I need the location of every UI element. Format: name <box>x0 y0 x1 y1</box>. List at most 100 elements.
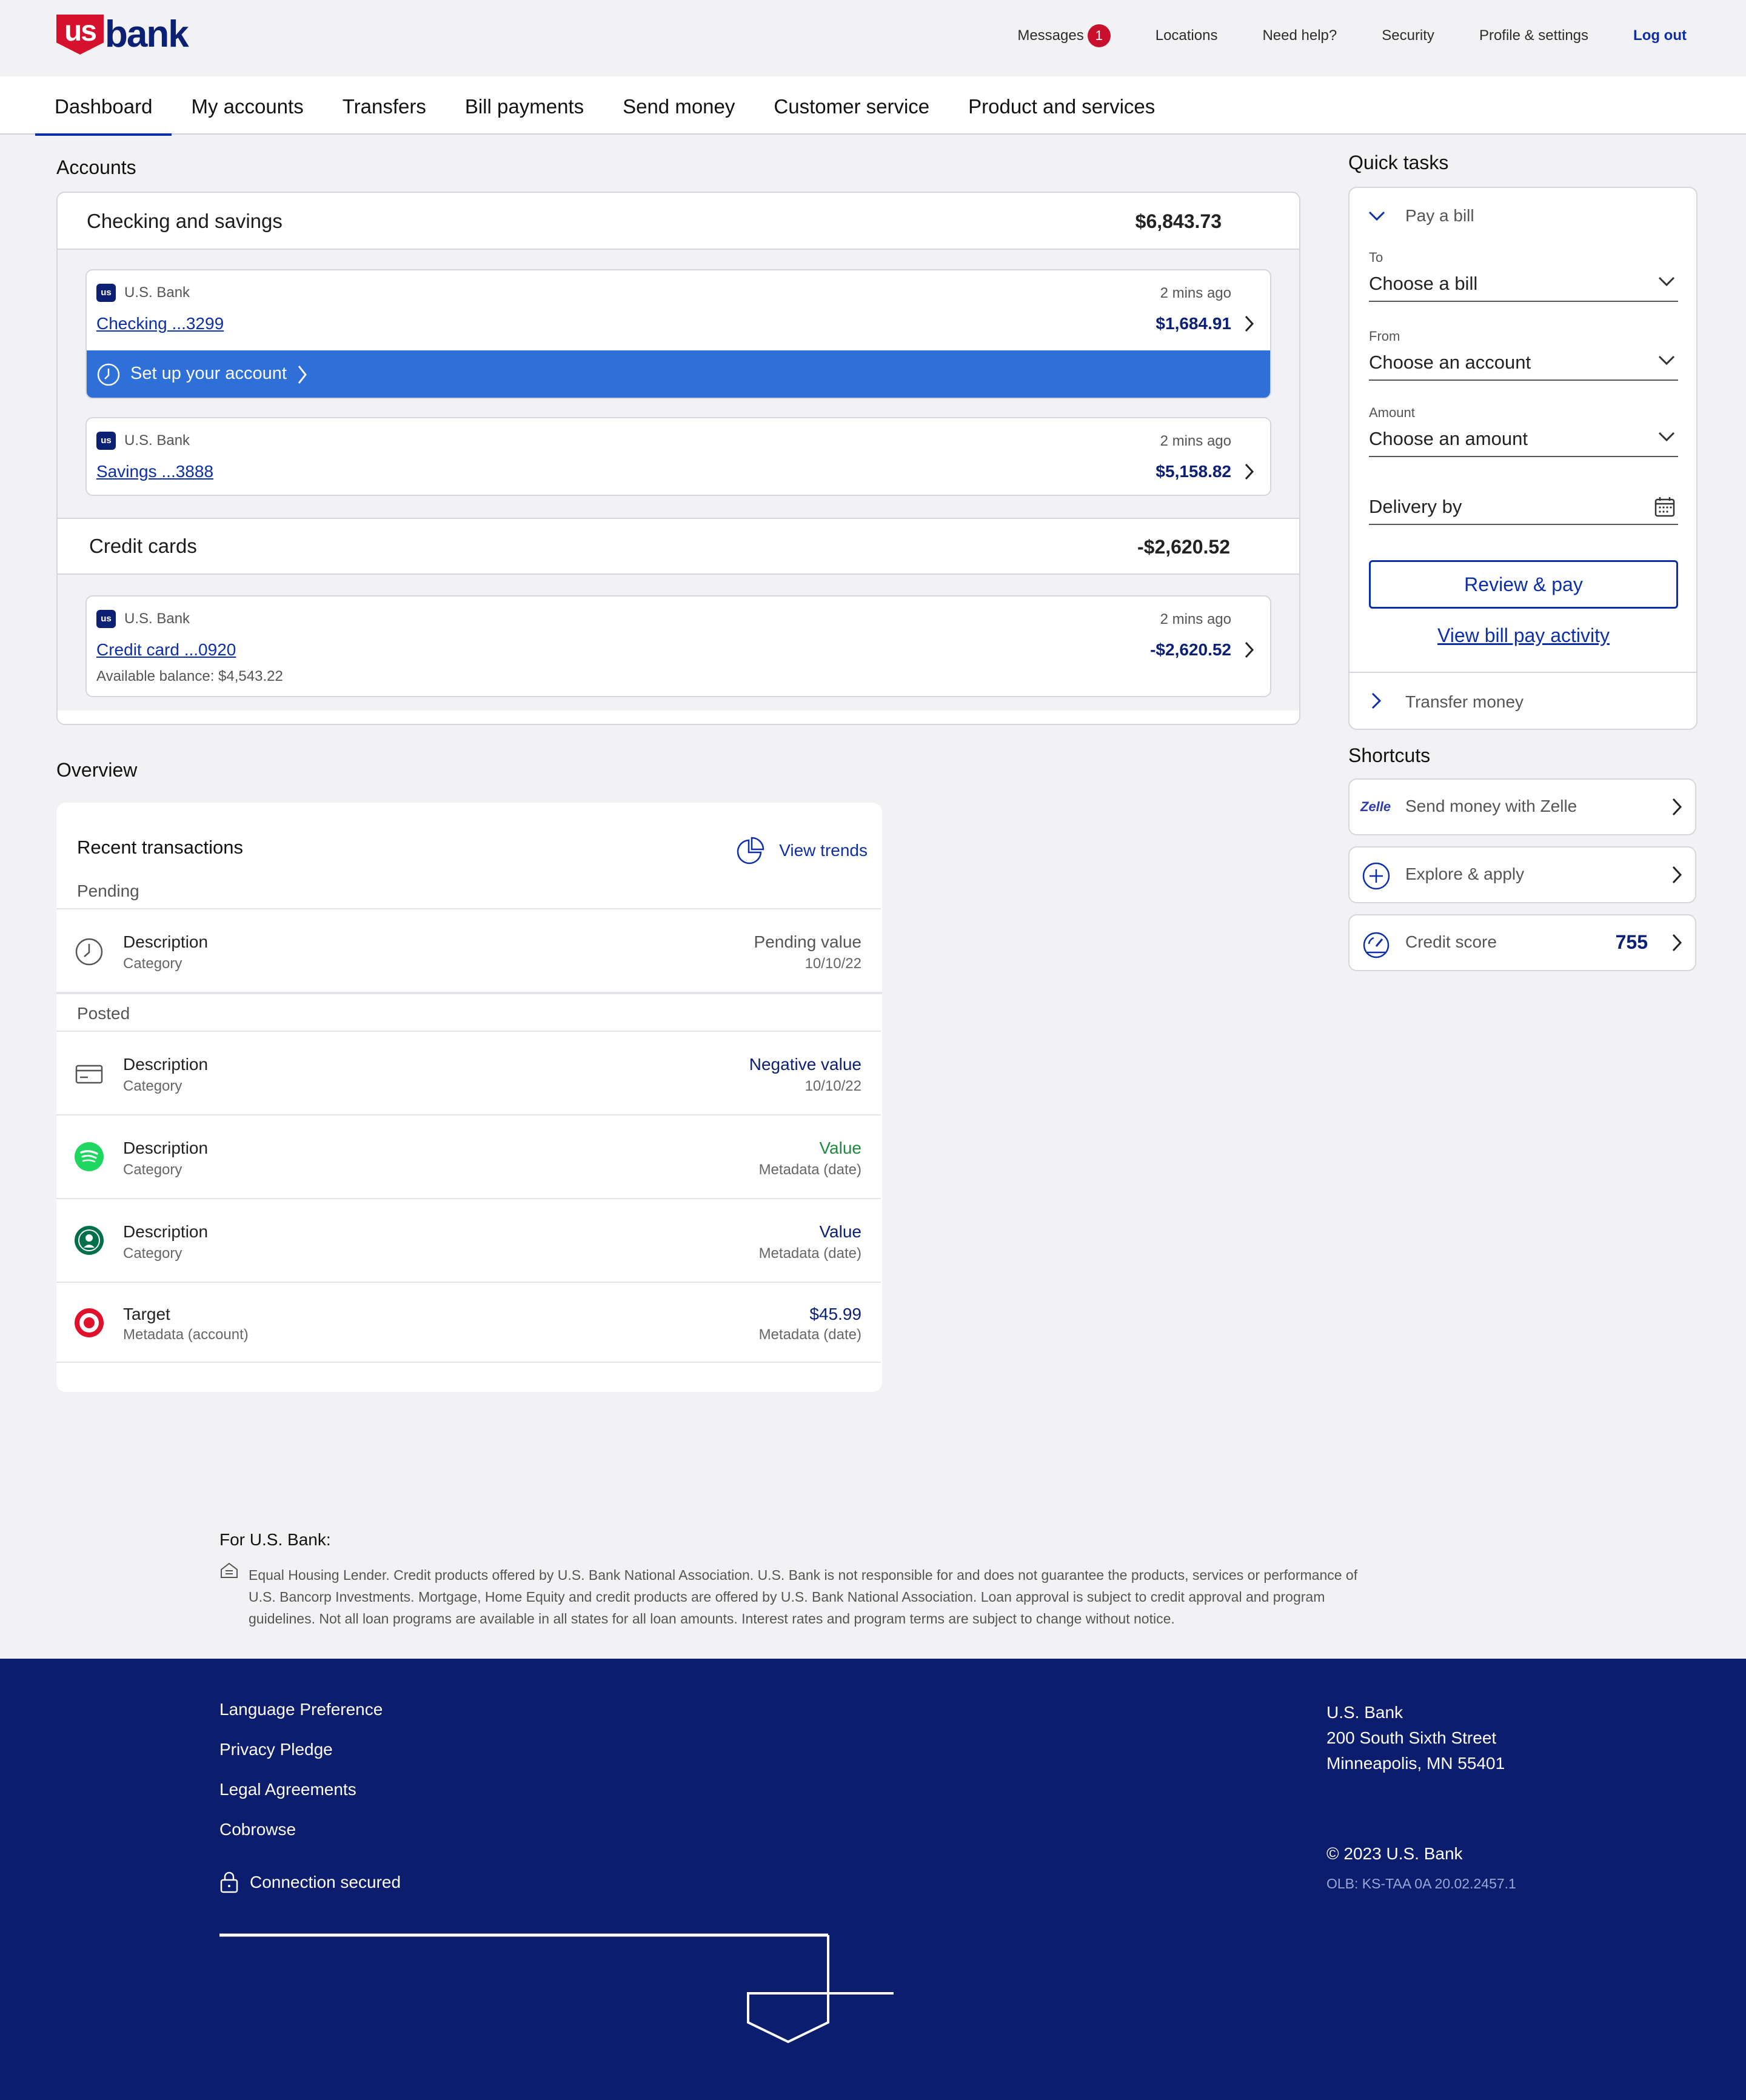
connection-secured-label: Connection secured <box>250 1873 401 1891</box>
shortcut-zelle[interactable]: Zelle Send money with Zelle <box>1348 778 1696 835</box>
credit-cards-total: -$2,620.52 <box>1137 536 1230 558</box>
tab-my-accounts[interactable]: My accounts <box>172 76 323 135</box>
credit-card-link[interactable]: Credit card ...0920 <box>96 640 236 660</box>
to-label: To <box>1369 250 1383 265</box>
delivery-date-field[interactable]: Delivery by <box>1369 493 1678 525</box>
transaction-category: Category <box>123 1162 182 1178</box>
quick-tasks-title: Quick tasks <box>1348 152 1449 173</box>
messages-link[interactable]: Messages 1 <box>1017 24 1111 47</box>
usbank-mini-logo: us <box>96 432 116 450</box>
chevron-right-icon <box>1672 798 1682 816</box>
usbank-mini-logo: us <box>96 284 116 302</box>
checking-account-link[interactable]: Checking ...3299 <box>96 314 224 333</box>
amount-select[interactable]: Choose an amount <box>1369 426 1678 457</box>
transfer-money-toggle[interactable]: Transfer money <box>1350 672 1696 729</box>
credit-cards-header[interactable]: Credit cards -$2,620.52 <box>58 518 1299 575</box>
chevron-down-icon <box>1658 432 1675 442</box>
setup-account-banner[interactable]: Set up your account <box>87 350 1270 398</box>
pay-bill-toggle[interactable]: Pay a bill <box>1368 206 1474 226</box>
posted-label: Posted <box>77 1004 130 1023</box>
utility-nav: Messages 1 Locations Need help? Security … <box>1017 24 1687 47</box>
transaction-category: Category <box>123 955 182 972</box>
amount-select-value: Choose an amount <box>1369 428 1528 449</box>
transaction-value: Value <box>819 1139 861 1157</box>
accounts-card: Checking and savings $6,843.73 us U.S. Ba… <box>56 192 1300 725</box>
security-link[interactable]: Security <box>1382 27 1434 44</box>
footer-link-privacy[interactable]: Privacy Pledge <box>219 1740 333 1759</box>
need-help-link[interactable]: Need help? <box>1262 27 1337 44</box>
footer-link-language[interactable]: Language Preference <box>219 1700 383 1719</box>
top-header: us bank Messages 1 Locations Need help? S… <box>0 0 1746 76</box>
disclosure-text: Equal Housing Lender. Credit products of… <box>249 1564 1357 1630</box>
disclosure-line: U.S. Bancorp Investments. Mortgage, Home… <box>249 1589 1325 1605</box>
transaction-row[interactable]: Target Metadata (account) $45.99 Metadat… <box>56 1282 881 1363</box>
accounts-title: Accounts <box>56 156 136 178</box>
transfer-money-label: Transfer money <box>1405 692 1524 711</box>
to-select[interactable]: Choose a bill <box>1369 270 1678 302</box>
target-icon <box>75 1308 104 1337</box>
transaction-meta: 10/10/22 <box>804 955 861 972</box>
recent-transactions-card: Recent transactions View trends Pending … <box>56 803 882 1392</box>
logout-link[interactable]: Log out <box>1633 27 1687 44</box>
checking-savings-header[interactable]: Checking and savings $6,843.73 <box>58 193 1299 250</box>
gauge-icon <box>1363 932 1390 958</box>
profile-settings-link[interactable]: Profile & settings <box>1479 27 1588 44</box>
savings-account-tile[interactable]: us U.S. Bank 2 mins ago Savings ...3888 $… <box>85 417 1271 496</box>
quick-tasks-card: Pay a bill To Choose a bill From Choose … <box>1348 187 1697 730</box>
shortcut-credit-score[interactable]: Credit score 755 <box>1348 914 1696 971</box>
bank-name: U.S. Bank <box>124 432 190 449</box>
pie-chart-icon <box>737 837 764 864</box>
bank-line: us U.S. Bank <box>96 610 190 628</box>
shortcut-explore-apply[interactable]: Explore & apply <box>1348 846 1696 903</box>
transaction-description: Target <box>123 1305 170 1323</box>
locations-link[interactable]: Locations <box>1156 27 1218 44</box>
transaction-category: Category <box>123 1078 182 1094</box>
footer-link-legal[interactable]: Legal Agreements <box>219 1780 356 1799</box>
zelle-icon: Zelle <box>1360 799 1391 814</box>
checking-account-tile[interactable]: us U.S. Bank 2 mins ago Checking ...3299 … <box>85 269 1271 399</box>
calendar-icon[interactable] <box>1654 496 1676 518</box>
chevron-right-icon <box>298 366 307 384</box>
tab-send-money[interactable]: Send money <box>603 76 754 135</box>
view-bill-pay-activity-link[interactable]: View bill pay activity <box>1369 624 1678 647</box>
tab-bill-payments[interactable]: Bill payments <box>446 76 603 135</box>
savings-account-link[interactable]: Savings ...3888 <box>96 462 213 481</box>
chevron-right-icon <box>1672 934 1682 952</box>
tab-product-services[interactable]: Product and services <box>949 76 1174 135</box>
plus-circle-icon <box>1362 862 1390 890</box>
credit-card-tile[interactable]: us U.S. Bank 2 mins ago Credit card ...09… <box>85 595 1271 697</box>
review-pay-button[interactable]: Review & pay <box>1369 560 1678 609</box>
transaction-row[interactable]: Description Category Value Metadata (dat… <box>56 1114 881 1198</box>
clock-icon <box>97 363 120 386</box>
checking-balance: $1,684.91 <box>1156 314 1231 333</box>
pending-label: Pending <box>77 881 139 900</box>
to-select-value: Choose a bill <box>1369 273 1478 294</box>
transaction-row[interactable]: Description Category Negative value 10/1… <box>56 1031 881 1114</box>
shortcut-label: Explore & apply <box>1405 864 1525 883</box>
view-trends-link[interactable]: View trends <box>735 835 868 866</box>
transaction-row[interactable]: Description Category Value Metadata (dat… <box>56 1198 881 1282</box>
credit-cards-label: Credit cards <box>89 535 197 557</box>
credit-card-balance: -$2,620.52 <box>1150 640 1231 659</box>
chevron-right-icon <box>1672 866 1682 884</box>
tab-transfers[interactable]: Transfers <box>323 76 446 135</box>
shortcut-label: Credit score <box>1405 932 1497 951</box>
tab-customer-service[interactable]: Customer service <box>754 76 949 135</box>
bank-line: us U.S. Bank <box>96 432 190 450</box>
chevron-right-icon[interactable] <box>1240 461 1258 483</box>
version-string: OLB: KS-TAA 0A 20.02.2457.1 <box>1326 1876 1516 1891</box>
footer-link-cobrowse[interactable]: Cobrowse <box>219 1820 296 1839</box>
available-balance: Available balance: $4,543.22 <box>96 668 283 684</box>
usbank-logo[interactable]: us bank <box>56 15 189 55</box>
transaction-meta: Metadata (date) <box>758 1245 861 1262</box>
footer-address: U.S. Bank 200 South Sixth Street Minneap… <box>1326 1700 1505 1776</box>
chevron-right-icon[interactable] <box>1240 639 1258 661</box>
from-select-value: Choose an account <box>1369 352 1531 373</box>
chevron-right-icon[interactable] <box>1240 313 1258 335</box>
tab-dashboard[interactable]: Dashboard <box>35 76 172 136</box>
logo-shield: us <box>56 15 104 55</box>
from-label: From <box>1369 329 1400 344</box>
from-select[interactable]: Choose an account <box>1369 349 1678 381</box>
transaction-row[interactable]: Description Category Pending value 10/10… <box>56 908 881 992</box>
disclosure-line: guidelines. Not all loan programs are av… <box>249 1611 1175 1627</box>
